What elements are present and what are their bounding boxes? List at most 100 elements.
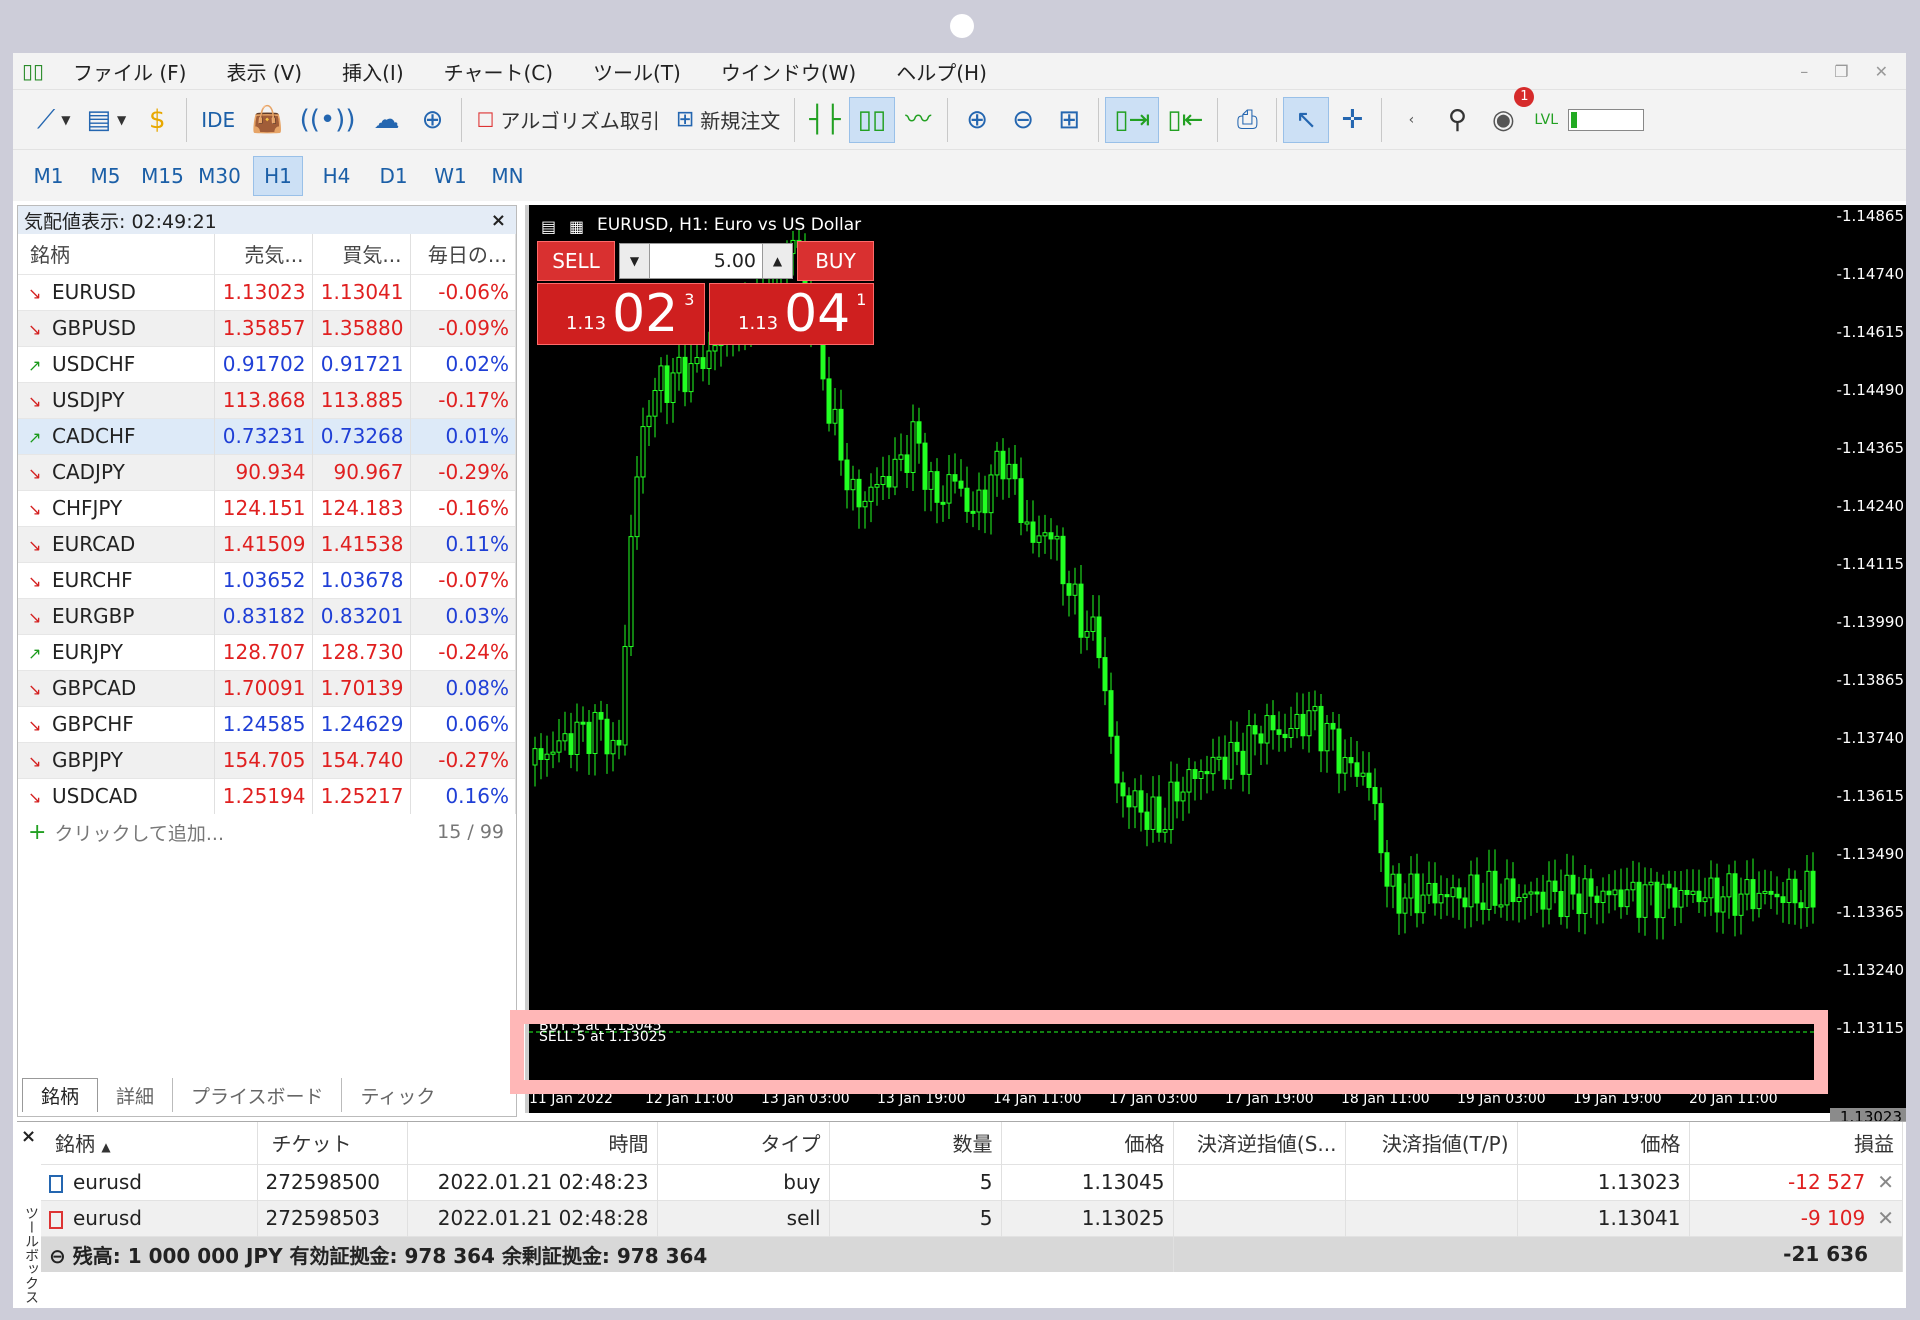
close-position-icon[interactable]: ✕	[1877, 1206, 1894, 1230]
chart-shift-button[interactable]: ▯⇤	[1159, 97, 1211, 143]
market-watch-row[interactable]: ↘ EURGBP 0.83182 0.83201 0.03%	[18, 597, 516, 634]
new-order-button[interactable]: ⊞ 新規注文	[668, 97, 788, 143]
trade-row[interactable]: eurusd 272598500 2022.01.21 02:48:23 buy 5 1.…	[41, 1163, 1903, 1200]
onclick-trade-icon[interactable]: ▦	[569, 217, 589, 236]
algo-trading-button[interactable]: ☐ アルゴリズム取引	[468, 97, 667, 143]
bar-chart-button[interactable]: ┤├	[801, 97, 848, 143]
tile-windows-button[interactable]: ⊞	[1046, 97, 1092, 143]
volume-down-icon[interactable]: ▼	[620, 244, 650, 278]
market-watch-row[interactable]: ↘ GBPUSD 1.35857 1.35880 -0.09%	[18, 309, 516, 346]
menu-file[interactable]: ファイル (F)	[53, 57, 206, 86]
tf-mn[interactable]: MN	[484, 156, 531, 196]
tf-h4[interactable]: H4	[313, 156, 360, 196]
col-bid[interactable]: 売気...	[214, 234, 313, 274]
shop-button[interactable]: 👜	[243, 97, 291, 143]
line-chart-button[interactable]: 〰	[895, 97, 941, 143]
search-button[interactable]: ⚲	[1434, 97, 1480, 143]
trade-sl[interactable]	[1173, 1163, 1346, 1200]
chart-window[interactable]: ▤ ▦ EURUSD, H1: Euro vs US Dollar SELL ▼…	[525, 205, 1906, 1128]
market-watch-row[interactable]: ↗ USDCHF 0.91702 0.91721 0.02%	[18, 345, 516, 382]
add-symbol-row[interactable]: + クリックして追加... 15 / 99	[18, 814, 516, 850]
tf-w1[interactable]: W1	[427, 156, 474, 196]
tab-details[interactable]: 詳細	[98, 1078, 174, 1112]
community-button[interactable]: ⊕	[409, 97, 455, 143]
col-ticket[interactable]: チケット	[257, 1122, 408, 1164]
menu-window[interactable]: ウインドウ(W)	[701, 57, 876, 86]
signals-button[interactable]: ((•))	[292, 97, 364, 143]
tab-priceboard[interactable]: プライスボード	[173, 1078, 343, 1112]
market-watch-row[interactable]: ↘ EURCHF 1.03652 1.03678 -0.07%	[18, 561, 516, 598]
zoom-out-button[interactable]: ⊖	[1000, 97, 1046, 143]
level-indicator[interactable]: LVL	[1526, 97, 1652, 143]
new-chart-button[interactable]: ⟋ ▼	[29, 97, 78, 143]
col-tp[interactable]: 決済指値(T/P)	[1345, 1122, 1518, 1164]
col-volume[interactable]: 数量	[829, 1122, 1002, 1164]
sell-button[interactable]: SELL	[537, 241, 615, 281]
tab-ticks[interactable]: ティック	[342, 1078, 453, 1112]
col-symbol[interactable]: 銘柄 ▲	[41, 1122, 258, 1164]
col-change[interactable]: 毎日の...	[410, 234, 516, 274]
menu-chart[interactable]: チャート(C)	[424, 57, 573, 86]
market-watch-row[interactable]: ↘ USDCAD 1.25194 1.25217 0.16%	[18, 777, 516, 814]
tf-m30[interactable]: M30	[196, 156, 243, 196]
collapse-button[interactable]: ‹	[1388, 97, 1434, 143]
col-ask[interactable]: 買気...	[312, 234, 411, 274]
tf-d1[interactable]: D1	[370, 156, 417, 196]
chart-menu-icon[interactable]: ▤	[541, 217, 561, 236]
profiles-button[interactable]: ▤ ▼	[78, 97, 134, 143]
notifications-button[interactable]: ◉ 1	[1480, 86, 1535, 143]
col-current-price[interactable]: 価格	[1517, 1122, 1690, 1164]
market-watch-row[interactable]: ↘ GBPJPY 154.705 154.740 -0.27%	[18, 741, 516, 778]
col-type[interactable]: タイプ	[657, 1122, 830, 1164]
col-price[interactable]: 価格	[1001, 1122, 1174, 1164]
col-sl[interactable]: 決済逆指値(S...	[1173, 1122, 1346, 1164]
menu-view[interactable]: 表示 (V)	[206, 57, 322, 86]
market-watch-row[interactable]: ↗ EURJPY 128.707 128.730 -0.24%	[18, 633, 516, 670]
restore-icon[interactable]: ❐	[1834, 62, 1848, 81]
sell-price-box[interactable]: 1.13 02 3	[537, 283, 705, 345]
toolbox-side-label[interactable]: ツールボックス	[21, 1206, 41, 1304]
market-watch-row[interactable]: ↘ EURCAD 1.41509 1.41538 0.11%	[18, 525, 516, 562]
close-icon[interactable]: ×	[21, 1126, 36, 1147]
trade-tp[interactable]	[1345, 1199, 1518, 1236]
vps-button[interactable]: ☁	[363, 97, 409, 143]
market-watch-row[interactable]: ↘ CADJPY 90.934 90.967 -0.29%	[18, 453, 516, 490]
cursor-button[interactable]: ↖	[1283, 96, 1330, 143]
trade-row[interactable]: eurusd 272598503 2022.01.21 02:48:28 sell 5 1…	[41, 1199, 1903, 1236]
market-watch-row[interactable]: ↘ USDJPY 113.868 113.885 -0.17%	[18, 381, 516, 418]
tf-m1[interactable]: M1	[25, 156, 72, 196]
autoscroll-button[interactable]: ▯⇥	[1105, 96, 1160, 143]
volume-stepper[interactable]: ▼ 5.00 ▲	[619, 243, 793, 279]
tab-symbols[interactable]: 銘柄	[22, 1078, 99, 1112]
col-symbol[interactable]: 銘柄	[18, 234, 215, 274]
close-icon[interactable]: ✕	[1875, 62, 1888, 81]
market-watch-row[interactable]: ↘ GBPCAD 1.70091 1.70139 0.08%	[18, 669, 516, 706]
col-time[interactable]: 時間	[407, 1122, 658, 1164]
tf-m5[interactable]: M5	[82, 156, 129, 196]
market-button[interactable]: $	[134, 97, 180, 143]
candle-chart-button[interactable]: ▯▯	[848, 96, 896, 143]
buy-price-box[interactable]: 1.13 04 1	[709, 283, 874, 345]
trade-tp[interactable]	[1345, 1163, 1518, 1200]
tf-h1[interactable]: H1	[253, 155, 303, 196]
market-watch-row[interactable]: ↘ CHFJPY 124.151 124.183 -0.16%	[18, 489, 516, 526]
col-profit[interactable]: 損益	[1689, 1122, 1903, 1164]
crosshair-button[interactable]: ✛	[1329, 97, 1375, 143]
collapse-icon[interactable]: ⊖	[49, 1244, 66, 1268]
close-icon[interactable]: ×	[491, 210, 516, 231]
market-watch-row[interactable]: ↗ CADCHF 0.73231 0.73268 0.01%	[18, 417, 516, 454]
ide-button[interactable]: IDE	[193, 97, 243, 143]
trade-sl[interactable]	[1173, 1199, 1346, 1236]
zoom-in-button[interactable]: ⊕	[954, 97, 1000, 143]
menu-tools[interactable]: ツール(T)	[573, 57, 701, 86]
menu-help[interactable]: ヘルプ(H)	[876, 57, 1007, 86]
tf-m15[interactable]: M15	[139, 156, 186, 196]
screenshot-button[interactable]: ⎙	[1224, 97, 1270, 143]
buy-button[interactable]: BUY	[797, 241, 874, 281]
volume-up-icon[interactable]: ▲	[762, 244, 792, 278]
menu-insert[interactable]: 挿入(I)	[322, 57, 424, 86]
market-watch-row[interactable]: ↘ GBPCHF 1.24585 1.24629 0.06%	[18, 705, 516, 742]
market-watch-row[interactable]: ↘ EURUSD 1.13023 1.13041 -0.06%	[18, 273, 516, 310]
close-position-icon[interactable]: ✕	[1877, 1170, 1894, 1194]
volume-input[interactable]: 5.00	[650, 250, 762, 272]
